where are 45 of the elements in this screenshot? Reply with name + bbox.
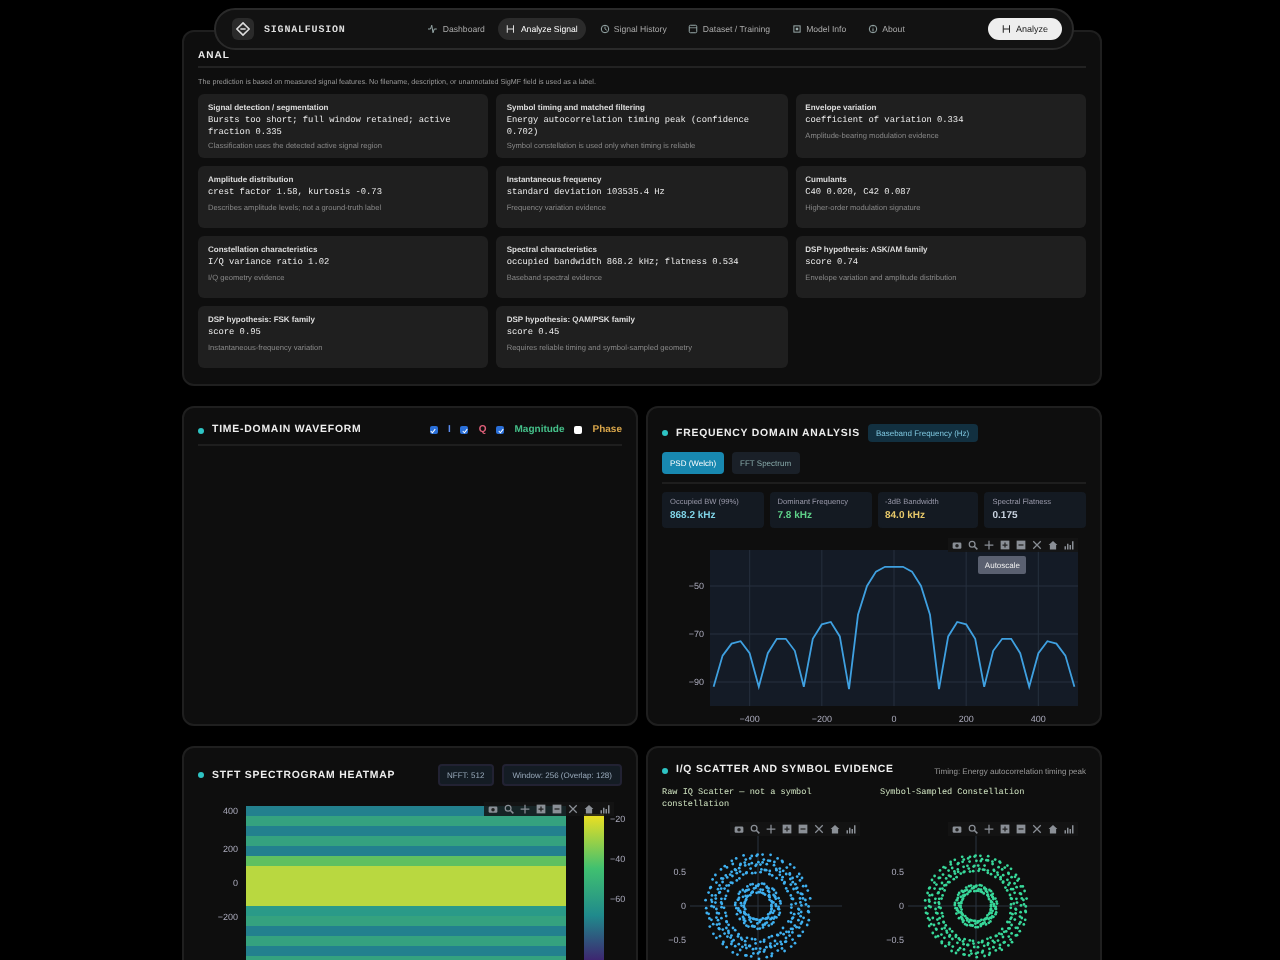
- zoom-out-icon[interactable]: [1016, 824, 1026, 835]
- autoscale-icon[interactable]: [568, 804, 578, 815]
- chip-icon: [792, 24, 803, 34]
- logo-icon: [232, 18, 254, 40]
- status-dot: [662, 430, 668, 437]
- checkbox[interactable]: [496, 426, 505, 435]
- zoom-out-icon[interactable]: [552, 804, 562, 815]
- status-dot: [662, 767, 668, 774]
- pan-icon[interactable]: [984, 824, 994, 835]
- checkbox[interactable]: [429, 426, 438, 435]
- bar-chart-icon[interactable]: [1064, 540, 1074, 551]
- zoom-in-icon[interactable]: [782, 824, 792, 835]
- zoom-in-icon[interactable]: [1000, 824, 1010, 835]
- autoscale-icon[interactable]: [1032, 824, 1042, 835]
- camera-icon[interactable]: [952, 540, 962, 551]
- home-icon[interactable]: [830, 824, 840, 835]
- autoscale-icon[interactable]: [814, 824, 824, 835]
- status-dot: [198, 772, 204, 779]
- bar-chart-icon[interactable]: [1064, 824, 1074, 835]
- bar-chart-icon[interactable]: [846, 824, 856, 835]
- pulse-icon: [428, 24, 439, 34]
- zoom-in-icon[interactable]: [536, 804, 546, 815]
- checkbox[interactable]: [460, 426, 469, 435]
- zoom-icon[interactable]: [968, 824, 978, 835]
- home-icon[interactable]: [1048, 540, 1058, 551]
- camera-icon[interactable]: [952, 824, 962, 835]
- zoom-icon[interactable]: [504, 804, 514, 815]
- home-icon[interactable]: [584, 804, 594, 815]
- zoom-out-icon[interactable]: [798, 824, 808, 835]
- status-dot: [198, 427, 204, 434]
- home-icon[interactable]: [1048, 824, 1058, 835]
- camera-icon[interactable]: [488, 804, 498, 815]
- pan-icon[interactable]: [984, 540, 994, 551]
- info-icon: [868, 24, 879, 34]
- checkbox[interactable]: [574, 426, 583, 435]
- autoscale-icon[interactable]: [1032, 540, 1042, 551]
- zoom-icon[interactable]: [968, 540, 978, 551]
- bar-chart-icon[interactable]: [600, 804, 610, 815]
- pan-icon[interactable]: [766, 824, 776, 835]
- zoom-icon[interactable]: [750, 824, 760, 835]
- zoom-in-icon[interactable]: [1000, 540, 1010, 551]
- camera-icon[interactable]: [734, 824, 744, 835]
- clock-icon: [599, 24, 610, 34]
- pan-icon[interactable]: [520, 804, 530, 815]
- zoom-out-icon[interactable]: [1016, 540, 1026, 551]
